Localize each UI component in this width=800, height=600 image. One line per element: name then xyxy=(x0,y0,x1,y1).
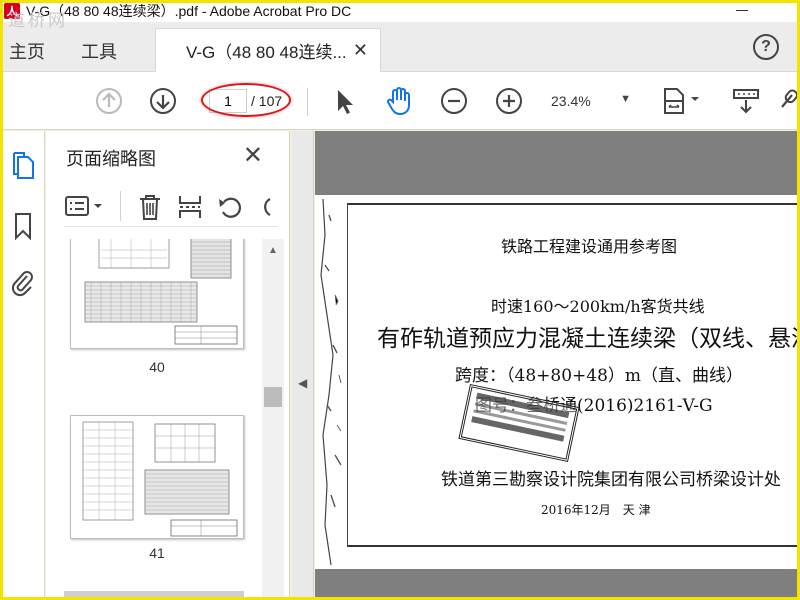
zoom-in-icon[interactable] xyxy=(494,86,524,116)
close-tab-icon[interactable]: ✕ xyxy=(353,40,368,61)
document-page: 铁路工程建设通用参考图 时速160～200km/h客货共线 有砟轨道预应力混凝土… xyxy=(315,195,797,569)
bookmark-icon[interactable] xyxy=(10,211,36,241)
tab-document[interactable]: V-G（48 80 48连续... ✕ xyxy=(155,28,381,72)
thumbnail-label: 40 xyxy=(149,359,165,375)
doc-subheading: 时速160～200km/h客货共线 xyxy=(491,297,705,316)
collapse-left-icon: ◀ xyxy=(298,376,308,390)
page-fit-icon[interactable] xyxy=(661,86,705,116)
main-toolbar: / 107 23.4% ▼ xyxy=(3,72,798,130)
thumbnail-page-40[interactable] xyxy=(70,239,244,349)
panel-toolbar xyxy=(64,189,278,227)
chevron-down-icon: ▼ xyxy=(620,93,631,105)
thumbnails-panel: 页面缩略图 ✕ 40 41 ▲ xyxy=(46,131,290,597)
page-number-highlight xyxy=(201,83,291,117)
window-title: V-G（48 80 48连续梁）.pdf - Adobe Acrobat Pro… xyxy=(26,3,352,19)
select-arrow-icon[interactable] xyxy=(329,86,359,116)
minimize-icon[interactable] xyxy=(736,10,748,11)
doc-heading: 铁路工程建设通用参考图 xyxy=(501,237,678,256)
link-icon[interactable] xyxy=(778,86,798,116)
thumbnail-list: 40 41 xyxy=(46,239,290,597)
next-thumbnail-edge xyxy=(64,591,244,597)
document-viewport[interactable]: 铁路工程建设通用参考图 时速160～200km/h客货共线 有砟轨道预应力混凝土… xyxy=(315,131,797,597)
tab-home[interactable]: 主页 xyxy=(9,38,45,64)
help-button[interactable]: ? xyxy=(753,34,779,60)
hand-icon[interactable] xyxy=(384,86,414,116)
watermark: 道桥网 xyxy=(8,11,68,31)
insert-page-icon[interactable] xyxy=(176,193,204,221)
panel-divider xyxy=(120,191,121,221)
toolbar-divider xyxy=(307,88,308,116)
close-panel-icon[interactable]: ✕ xyxy=(243,141,263,170)
rotate-right-icon[interactable] xyxy=(254,193,274,221)
tab-tools[interactable]: 工具 xyxy=(81,38,117,64)
tab-row: 主页 工具 V-G（48 80 48连续... ✕ ? xyxy=(3,22,797,72)
doc-span: 跨度：（48+80+48）m（直、曲线） xyxy=(455,366,744,386)
thumbnail-page-41[interactable] xyxy=(70,415,244,539)
panel-scrollbar[interactable]: ▲ xyxy=(262,239,284,597)
left-tool-strip xyxy=(3,131,45,597)
doc-date: 2016年12月 天 津 xyxy=(541,503,651,517)
doc-main-title: 有砟轨道预应力混凝土连续梁（双线、悬浇 xyxy=(377,326,797,352)
scroll-up-icon[interactable]: ▲ xyxy=(268,245,278,256)
zoom-out-icon[interactable] xyxy=(439,86,469,116)
trash-icon[interactable] xyxy=(136,193,164,221)
rotate-left-icon[interactable] xyxy=(216,193,244,221)
panel-collapse-handle[interactable]: ◀ xyxy=(292,131,314,597)
title-bar: 人 V-G（48 80 48连续梁）.pdf - Adobe Acrobat P… xyxy=(0,0,800,22)
tab-document-label: V-G（48 80 48连续... xyxy=(186,43,347,62)
zoom-dropdown[interactable]: 23.4% ▼ xyxy=(551,90,635,112)
page-thumbnails-icon[interactable] xyxy=(10,151,36,179)
doc-institute: 铁道第三勘察设计院集团有限公司桥梁设计处 xyxy=(441,470,781,490)
thumbnail-options-icon[interactable] xyxy=(64,193,108,221)
prev-page-icon[interactable] xyxy=(94,86,124,116)
panel-title: 页面缩略图 xyxy=(66,149,156,169)
scroll-mode-icon[interactable] xyxy=(731,86,761,116)
next-page-icon[interactable] xyxy=(148,86,178,116)
scroll-thumb[interactable] xyxy=(264,387,282,407)
zoom-value: 23.4% xyxy=(551,93,591,109)
attachment-icon[interactable] xyxy=(10,267,36,297)
thumbnail-label: 41 xyxy=(149,545,165,561)
